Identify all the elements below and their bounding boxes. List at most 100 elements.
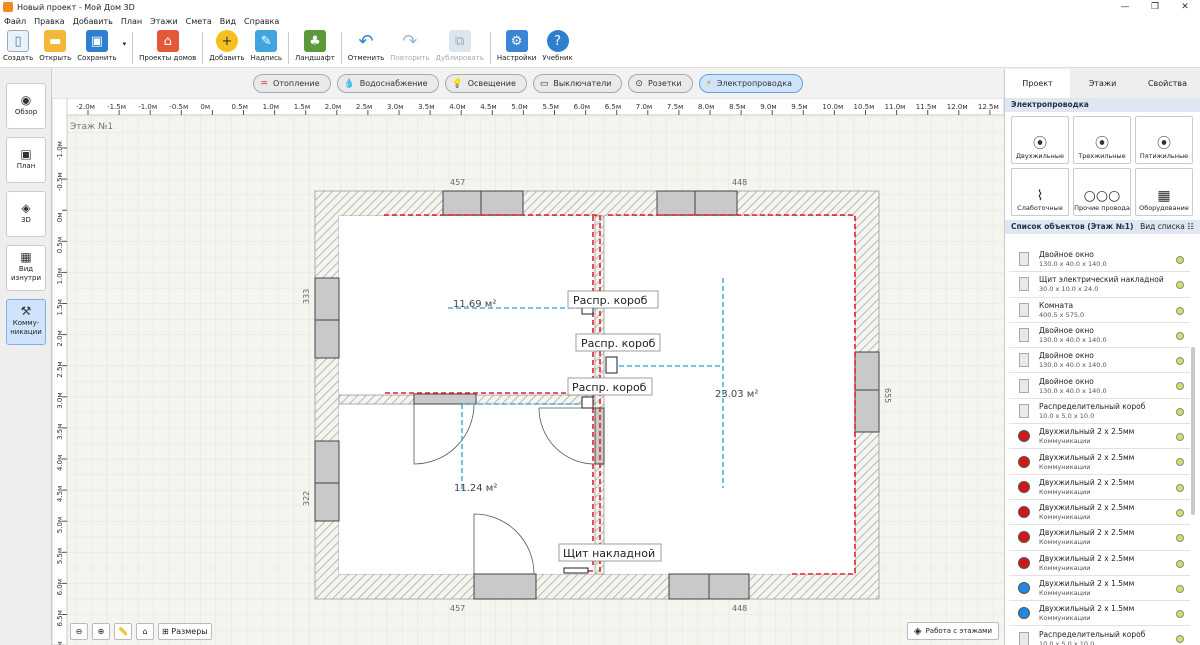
- visibility-icon[interactable]: [1176, 534, 1184, 543]
- list-item[interactable]: Комната 400.5 x 575.0: [1009, 298, 1190, 323]
- list-item[interactable]: Двойное окно 130.0 x 40.0 x 140.0: [1009, 323, 1190, 349]
- undo-button[interactable]: ↶ Отменить: [345, 28, 388, 66]
- filter-lighting[interactable]: 💡 Освещение: [444, 74, 527, 93]
- visibility-icon[interactable]: [1176, 382, 1184, 391]
- list-item[interactable]: Двойное окно 130.0 x 40.0 x 140.0: [1009, 247, 1190, 273]
- zoom-out-button[interactable]: ⊖: [70, 623, 88, 640]
- settings-button[interactable]: ⚙ Настройки: [494, 28, 540, 66]
- window-right[interactable]: [854, 351, 880, 433]
- list-item[interactable]: Распределительный короб 10.0 x 5.0 x 10.0: [1009, 626, 1190, 645]
- category-button[interactable]: ⦿ Трехжильные: [1073, 116, 1131, 164]
- tab-properties[interactable]: Свойства: [1135, 69, 1200, 98]
- home-icon: ⌂: [142, 627, 148, 636]
- junction-box-2[interactable]: [605, 356, 618, 374]
- menu-floors[interactable]: Этажи: [146, 17, 182, 26]
- list-item[interactable]: Двухжильный 2 x 2.5мм Коммуникации: [1009, 424, 1190, 450]
- window-top-right[interactable]: [656, 190, 738, 216]
- visibility-icon[interactable]: [1176, 610, 1184, 619]
- tab-floors[interactable]: Этажи: [1070, 69, 1135, 98]
- zoom-in-button[interactable]: ⊕: [92, 623, 110, 640]
- tab-project[interactable]: Проект: [1005, 69, 1070, 98]
- menu-add[interactable]: Добавить: [69, 17, 117, 26]
- list-item[interactable]: Двойное окно 130.0 x 40.0 x 140.0: [1009, 348, 1190, 374]
- visibility-icon[interactable]: [1176, 357, 1184, 366]
- menu-estimate[interactable]: Смета: [182, 17, 216, 26]
- visibility-icon[interactable]: [1176, 433, 1184, 442]
- window-bottom-left[interactable]: [473, 573, 537, 600]
- create-button[interactable]: ▯ Создать: [0, 28, 36, 66]
- view-interior-button[interactable]: ▦ Вид изнутри: [6, 245, 46, 291]
- filter-heating[interactable]: ♒ Отопление: [252, 74, 331, 93]
- visibility-icon[interactable]: [1176, 331, 1184, 340]
- visibility-icon[interactable]: [1176, 508, 1184, 517]
- visibility-icon[interactable]: [1176, 281, 1184, 290]
- filter-sockets[interactable]: ⊙ Розетки: [628, 74, 693, 93]
- visibility-icon[interactable]: [1176, 306, 1184, 315]
- close-button[interactable]: ✕: [1170, 2, 1200, 12]
- maximize-button[interactable]: ❐: [1140, 2, 1170, 12]
- objects-list[interactable]: Двойное окно 130.0 x 40.0 x 140.0 Щит элек…: [1009, 247, 1190, 645]
- save-dropdown-button[interactable]: ▾: [120, 28, 130, 66]
- view-list-button[interactable]: Вид списка ☷: [1140, 220, 1194, 234]
- floors-button[interactable]: ◈ Работа с этажами: [906, 622, 999, 640]
- menu-plan[interactable]: План: [117, 17, 146, 26]
- measure-button[interactable]: 📏: [114, 623, 132, 640]
- view-overview-button[interactable]: ◉ Обзор: [6, 83, 46, 129]
- filter-water[interactable]: 💧 Водоснабжение: [336, 74, 439, 93]
- redo-button[interactable]: ↷ Повторить: [387, 28, 432, 66]
- duplicate-button[interactable]: ⧉ Дублировать: [433, 28, 487, 66]
- menu-edit[interactable]: Правка: [30, 17, 68, 26]
- window-left-top[interactable]: [314, 277, 340, 359]
- filter-wiring[interactable]: ⚡ Электропроводка: [698, 74, 804, 93]
- view-plan-button[interactable]: ▣ План: [6, 137, 46, 183]
- object-name: Щит электрический накладной: [1039, 275, 1164, 285]
- visibility-icon[interactable]: [1176, 256, 1184, 264]
- minimize-button[interactable]: —: [1110, 2, 1140, 12]
- menu-help[interactable]: Справка: [240, 17, 283, 26]
- sizes-button[interactable]: ⊞ Размеры: [158, 623, 212, 640]
- door-frame-1[interactable]: [413, 393, 477, 405]
- list-item[interactable]: Двухжильный 2 x 2.5мм Коммуникации: [1009, 475, 1190, 500]
- category-button[interactable]: ○○○ Прочие провода: [1073, 168, 1131, 216]
- category-button[interactable]: ⦿ Двухжильные: [1011, 116, 1069, 164]
- view-3d-button[interactable]: ◈ 3D: [6, 191, 46, 237]
- ruler-y-label: 6.5м: [56, 610, 64, 626]
- text-button[interactable]: ✎ Надпись: [248, 28, 286, 66]
- category-button[interactable]: ▦ Оборудование: [1135, 168, 1193, 216]
- junction-box-3[interactable]: [581, 396, 594, 409]
- menu-file[interactable]: Файл: [0, 17, 30, 26]
- list-item[interactable]: Щит электрический накладной 30.0 x 10.0 x…: [1009, 272, 1190, 298]
- floor-plan-drawing[interactable]: -2.0м -1.5м -1.0м -0.5м 0м 0.5м 1.0м 1.5м 2.0м 2.…: [52, 98, 1004, 645]
- list-item[interactable]: Двухжильный 2 x 1.5мм Коммуникации: [1009, 576, 1190, 602]
- open-button[interactable]: ▬ Открыть: [36, 28, 74, 66]
- plan-canvas[interactable]: -2.0м -1.5м -1.0м -0.5м 0м 0.5м 1.0м 1.5м 2.0м 2.…: [52, 98, 1004, 645]
- visibility-icon[interactable]: [1176, 559, 1184, 568]
- visibility-icon[interactable]: [1176, 635, 1184, 644]
- tutorial-button[interactable]: ? Учебник: [539, 28, 575, 66]
- list-item[interactable]: Двухжильный 2 x 1.5мм Коммуникации: [1009, 601, 1190, 627]
- add-button[interactable]: + Добавить: [206, 28, 247, 66]
- menu-view[interactable]: Вид: [216, 17, 240, 26]
- visibility-icon[interactable]: [1176, 483, 1184, 492]
- list-item[interactable]: Двухжильный 2 x 2.5мм Коммуникации: [1009, 500, 1190, 526]
- list-item[interactable]: Двухжильный 2 x 2.5мм Коммуникации: [1009, 449, 1190, 475]
- filter-switches[interactable]: ▭ Выключатели: [532, 74, 623, 93]
- window-top-left[interactable]: [442, 190, 524, 216]
- objects-scrollbar[interactable]: [1191, 347, 1195, 515]
- category-button[interactable]: ⌇ Слаботочные: [1011, 168, 1069, 216]
- category-button[interactable]: ⦿ Пятижильные: [1135, 116, 1193, 164]
- visibility-icon[interactable]: [1176, 458, 1184, 467]
- list-item[interactable]: Двухжильный 2 x 2.5мм Коммуникации: [1009, 525, 1190, 551]
- list-item[interactable]: Двухжильный 2 x 2.5мм Коммуникации: [1009, 551, 1190, 576]
- list-item[interactable]: Двойное окно 130.0 x 40.0 x 140.0: [1009, 373, 1190, 399]
- list-item[interactable]: Распределительный короб 10.0 x 5.0 x 10.0: [1009, 399, 1190, 425]
- projects-button[interactable]: ⌂ Проекты домов: [136, 28, 199, 66]
- electrical-panel[interactable]: [563, 567, 589, 574]
- visibility-icon[interactable]: [1176, 407, 1184, 416]
- landscape-button[interactable]: ♣ Ландшафт: [292, 28, 338, 66]
- visibility-icon[interactable]: [1176, 584, 1184, 593]
- save-button[interactable]: ▣ Сохранить: [74, 28, 119, 66]
- view-communications-button[interactable]: ⚒ Комму-никации: [6, 299, 46, 345]
- window-left-bottom[interactable]: [314, 440, 340, 522]
- home-button[interactable]: ⌂: [136, 623, 154, 640]
